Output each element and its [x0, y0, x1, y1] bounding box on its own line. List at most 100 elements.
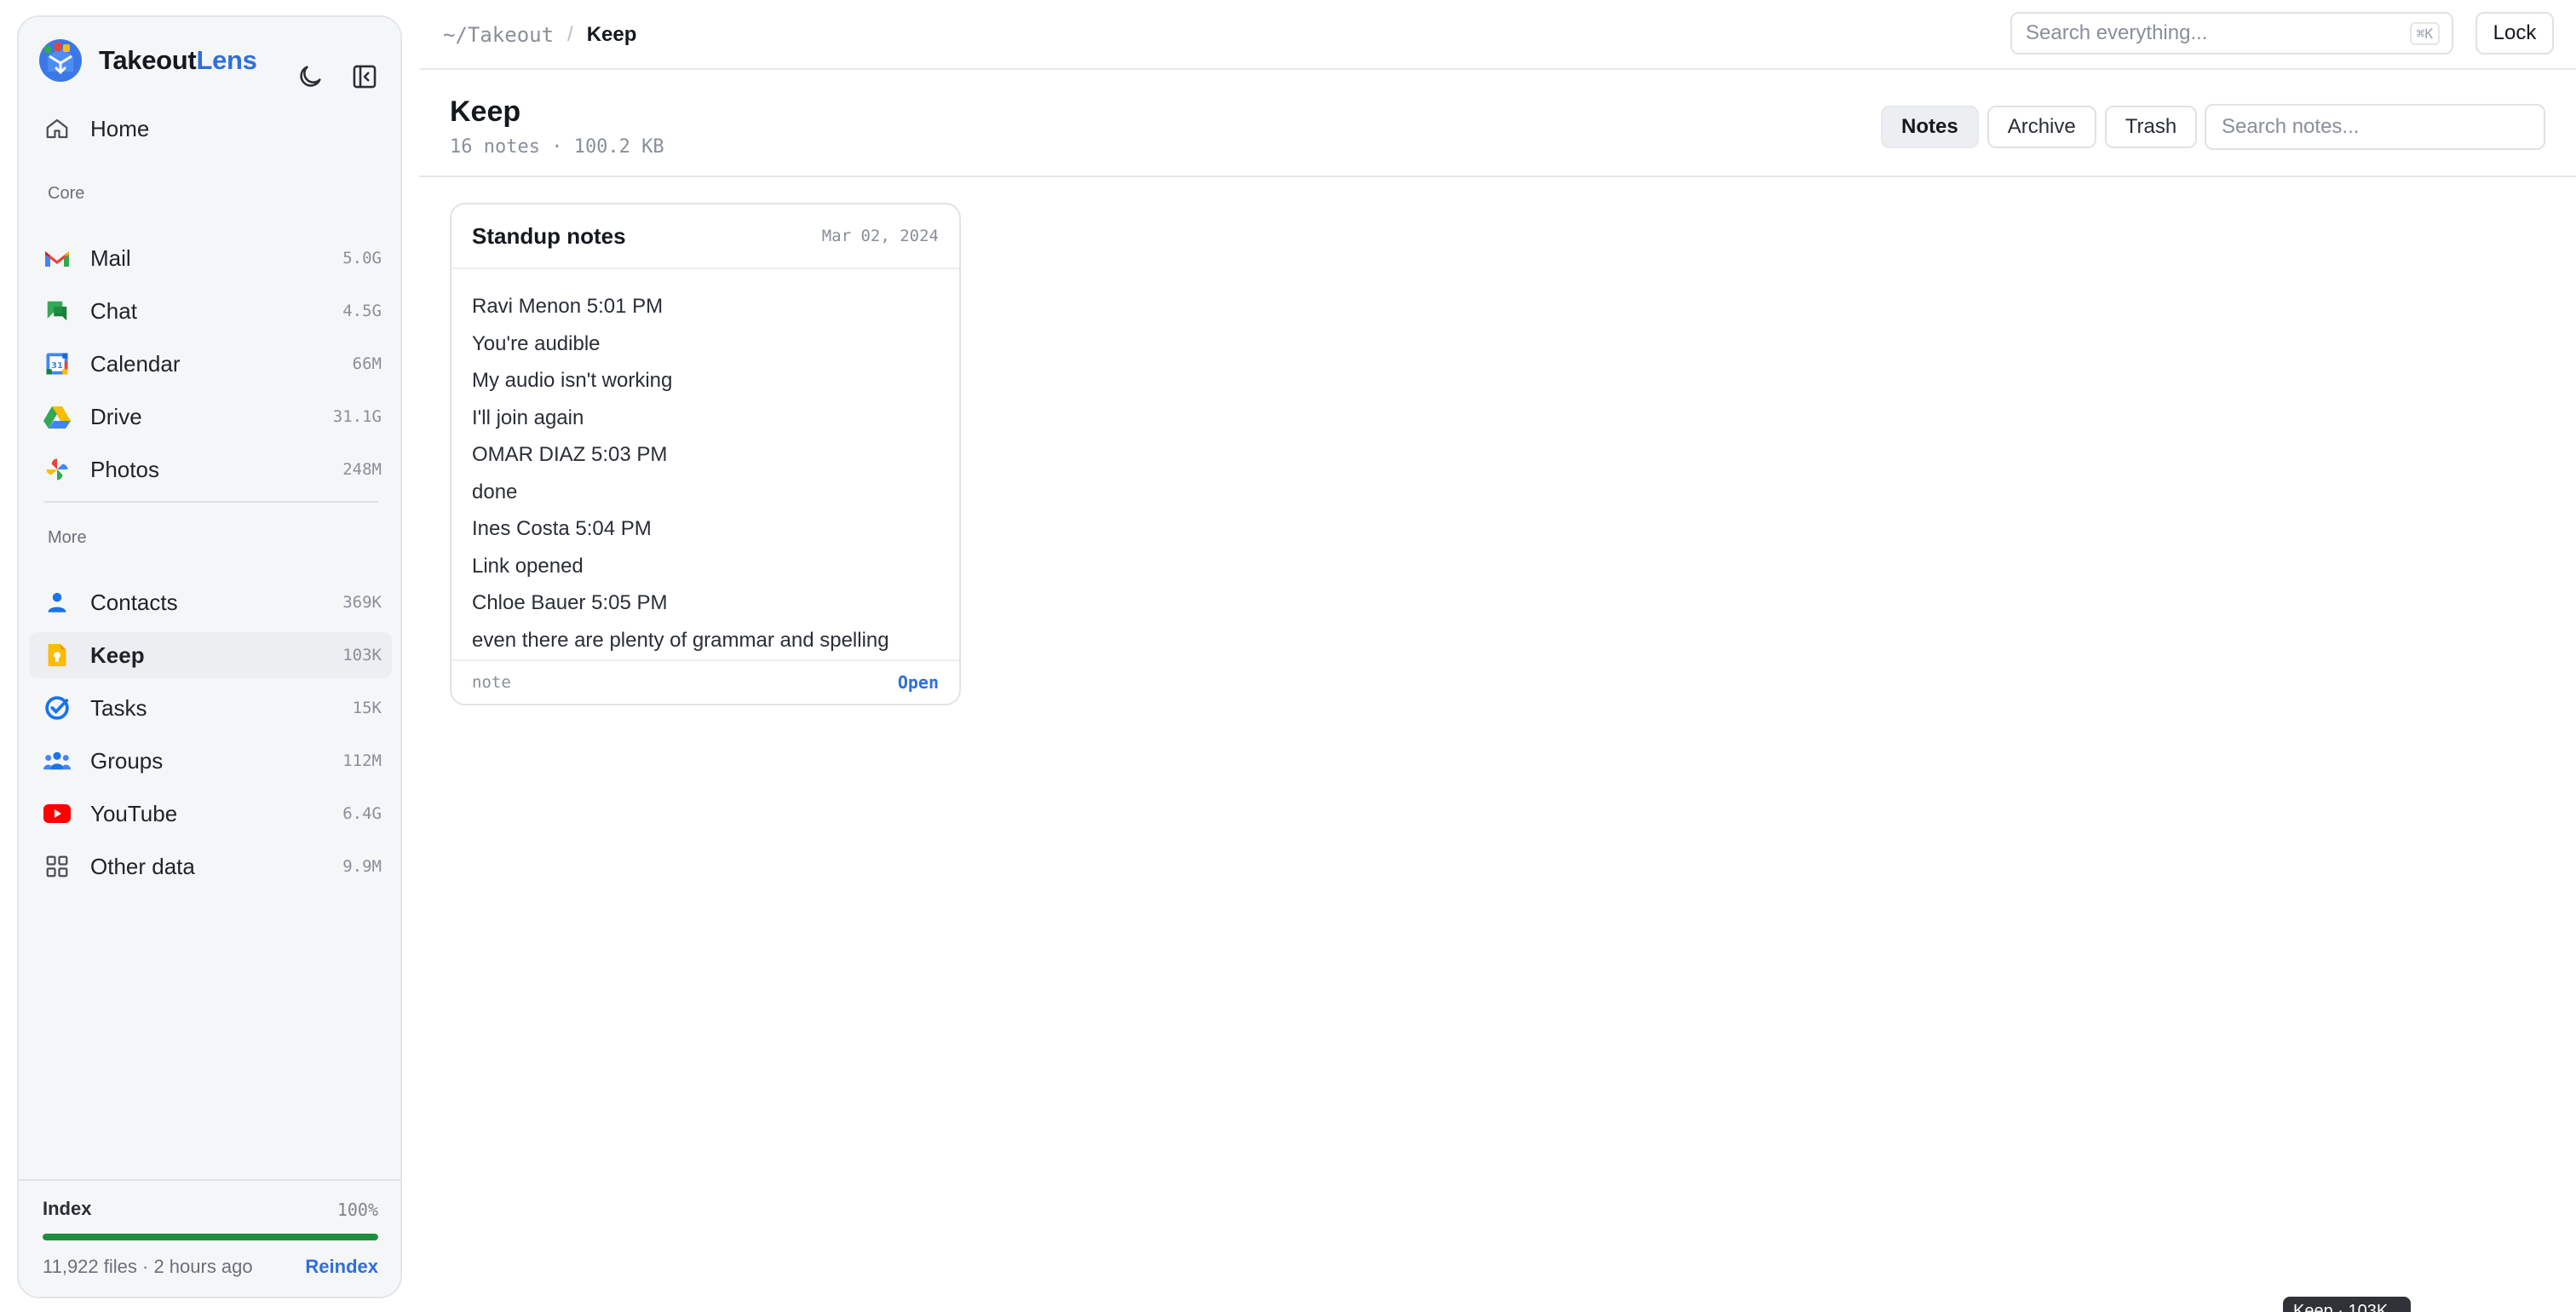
- sidebar-item-keep[interactable]: Keep 103K: [29, 632, 392, 678]
- sidebar-item-count: 6.4G: [342, 804, 382, 823]
- moon-icon[interactable]: [293, 60, 327, 94]
- index-meta: 11,922 files · 2 hours ago: [43, 1256, 253, 1277]
- tasks-icon: [43, 693, 72, 722]
- index-status: Index 100% 11,922 files · 2 hours ago Re…: [19, 1179, 400, 1297]
- note-title: Standup notes: [472, 222, 626, 249]
- note-line: even there are plenty of grammar and spe…: [472, 628, 889, 652]
- index-percent: 100%: [336, 1200, 378, 1220]
- note-card-footer: note Open: [451, 659, 959, 704]
- page-subtitle: 16 notes · 100.2 KB: [450, 136, 664, 158]
- sidebar-item-label: Drive: [90, 403, 142, 429]
- groups-icon: [43, 746, 72, 775]
- sidebar-item-groups[interactable]: Groups 112M: [29, 738, 392, 784]
- brand[interactable]: TakeoutLens: [37, 36, 257, 85]
- sidebar-item-label: Photos: [90, 456, 159, 482]
- sidebar-item-label: Calendar: [90, 350, 181, 377]
- sidebar-item-count: 9.9M: [342, 857, 382, 876]
- keep-icon: [43, 641, 72, 670]
- contacts-icon: [43, 588, 72, 617]
- sidebar-item-label: Chat: [90, 297, 137, 324]
- sidebar-item-label: Groups: [90, 747, 164, 774]
- sidebar: TakeoutLens Home Core Mail 5.0G Chat 4.5…: [17, 15, 402, 1298]
- breadcrumb-current: Keep: [586, 23, 637, 46]
- note-type-label: note: [472, 673, 511, 692]
- sidebar-item-other-data[interactable]: Other data 9.9M: [29, 843, 392, 889]
- sidebar-item-drive[interactable]: Drive 31.1G: [29, 394, 392, 440]
- sidebar-item-calendar[interactable]: 31 Calendar 66M: [29, 341, 392, 387]
- topbar: ~/Takeout / Keep ⌘K Lock: [419, 0, 2576, 70]
- grid-icon: [43, 852, 72, 881]
- breadcrumb: ~/Takeout / Keep: [443, 23, 636, 47]
- sidebar-item-count: 248M: [342, 460, 382, 479]
- sidebar-item-label: Contacts: [90, 589, 178, 615]
- sidebar-item-label: Tasks: [90, 694, 147, 721]
- chat-icon: [43, 296, 72, 325]
- sidebar-item-label: Mail: [90, 245, 131, 271]
- index-progress-fill: [43, 1234, 378, 1240]
- global-search-input[interactable]: [2026, 21, 2410, 45]
- note-card[interactable]: Standup notes Mar 02, 2024 Ravi Menon 5:…: [450, 203, 961, 705]
- note-line: You're audible: [472, 331, 601, 355]
- sidebar-item-count: 5.0G: [342, 249, 382, 268]
- tab-notes[interactable]: Notes: [1881, 106, 1979, 148]
- sidebar-item-count: 369K: [342, 593, 382, 612]
- sidebar-item-count: 31.1G: [332, 407, 382, 426]
- note-line: Ines Costa 5:04 PM: [472, 517, 652, 540]
- sidebar-item-label: Other data: [90, 853, 195, 879]
- note-line: Link opened: [472, 554, 584, 578]
- note-line: Chloe Bauer 5:05 PM: [472, 591, 668, 614]
- collapse-sidebar-icon[interactable]: [348, 60, 382, 94]
- sidebar-item-label: Home: [90, 115, 150, 141]
- breadcrumb-root[interactable]: ~/Takeout: [443, 23, 554, 47]
- sidebar-item-count: 15K: [352, 699, 382, 717]
- tab-trash[interactable]: Trash: [2104, 106, 2198, 148]
- home-icon: [43, 114, 72, 143]
- index-title: Index: [43, 1198, 92, 1219]
- gmail-icon: [43, 244, 72, 273]
- global-search[interactable]: ⌘K: [2010, 12, 2453, 55]
- lock-button[interactable]: Lock: [2475, 12, 2554, 55]
- sidebar-divider: [44, 501, 378, 503]
- header-divider: [419, 176, 2576, 177]
- sidebar-item-count: 66M: [352, 354, 382, 373]
- sidebar-item-youtube[interactable]: YouTube 6.4G: [29, 791, 392, 837]
- notes-search-input[interactable]: [2205, 104, 2545, 150]
- note-date: Mar 02, 2024: [821, 227, 939, 245]
- search-shortcut-badge: ⌘K: [2409, 21, 2440, 45]
- sidebar-item-tasks[interactable]: Tasks 15K: [29, 685, 392, 731]
- breadcrumb-separator: /: [567, 23, 573, 46]
- takeout-logo-icon: [39, 39, 82, 82]
- note-open-link[interactable]: Open: [898, 672, 939, 693]
- sidebar-item-chat[interactable]: Chat 4.5G: [29, 288, 392, 334]
- sidebar-item-mail[interactable]: Mail 5.0G: [29, 235, 392, 281]
- reindex-button[interactable]: Reindex: [305, 1256, 378, 1278]
- photos-icon: [43, 455, 72, 484]
- calendar-icon: 31: [43, 349, 72, 378]
- sidebar-item-label: Keep: [90, 642, 145, 668]
- note-line: Ravi Menon 5:01 PM: [472, 295, 664, 318]
- sidebar-item-home[interactable]: Home: [29, 106, 392, 152]
- note-line: I'll join again: [472, 406, 584, 429]
- youtube-icon: [43, 799, 72, 828]
- note-body: Ravi Menon 5:01 PM You're audible My aud…: [451, 269, 959, 652]
- section-label-core: Core: [48, 184, 85, 203]
- note-line: done: [472, 480, 518, 504]
- note-line: My audio isn't working: [472, 369, 673, 392]
- sidebar-item-count: 4.5G: [342, 302, 382, 320]
- note-line: OMAR DIAZ 5:03 PM: [472, 443, 668, 466]
- sidebar-item-count: 112M: [342, 751, 382, 770]
- drive-icon: [43, 402, 72, 431]
- index-progress-bar: [43, 1234, 378, 1240]
- svg-text:31: 31: [51, 361, 63, 371]
- tooltip: Keep · 103K: [2283, 1297, 2411, 1312]
- page-title: Keep: [450, 95, 521, 128]
- sidebar-item-contacts[interactable]: Contacts 369K: [29, 579, 392, 625]
- sidebar-item-label: YouTube: [90, 800, 178, 826]
- tab-archive[interactable]: Archive: [1987, 106, 2096, 148]
- note-card-header: Standup notes Mar 02, 2024: [451, 204, 959, 269]
- sidebar-item-photos[interactable]: Photos 248M: [29, 446, 392, 492]
- brand-name: TakeoutLens: [99, 45, 257, 75]
- view-tabs: Notes Archive Trash: [1881, 106, 2198, 148]
- section-label-more: More: [48, 528, 87, 547]
- sidebar-item-count: 103K: [342, 646, 382, 665]
